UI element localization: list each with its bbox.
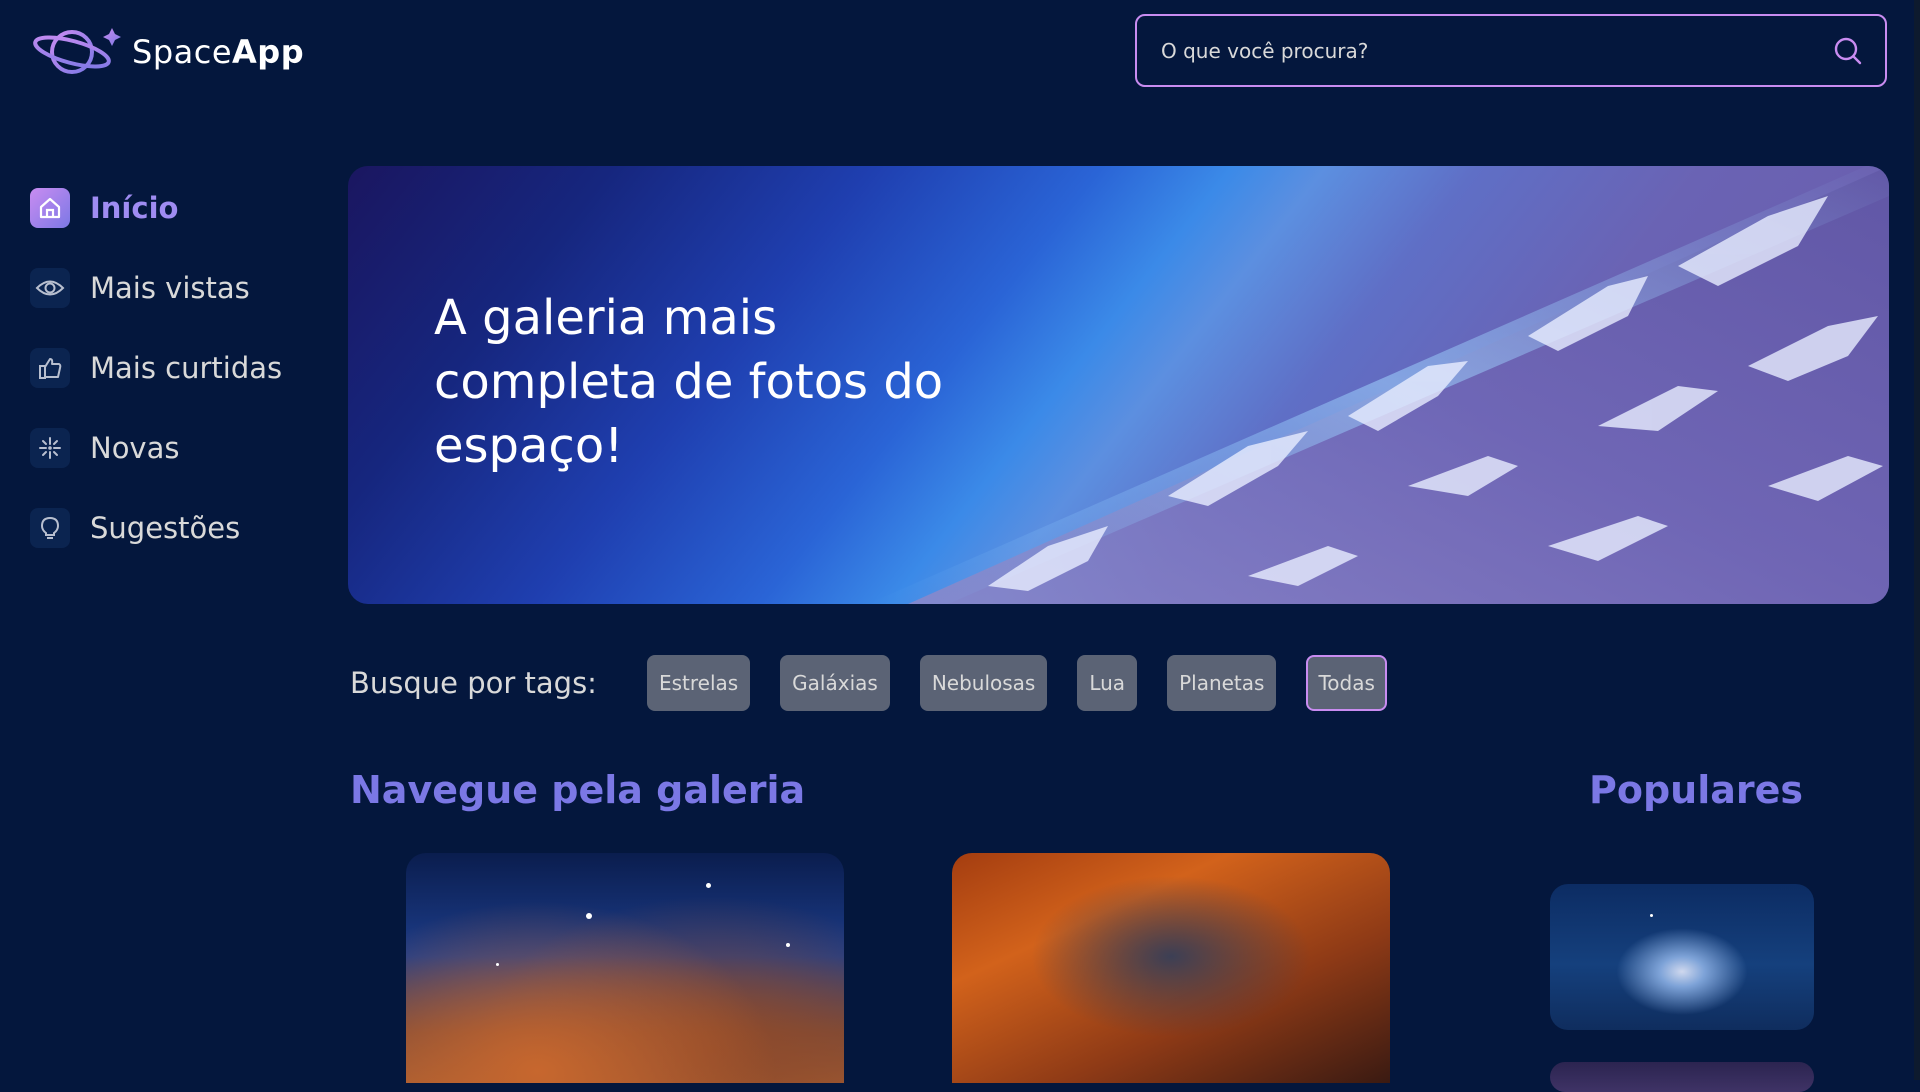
star [586,913,592,919]
gallery-photo-carina-nebula[interactable] [406,853,844,1083]
tag-todas[interactable]: Todas [1306,655,1387,711]
sidebar-item-mais-curtidas[interactable]: Mais curtidas [30,340,310,396]
window-edge [1914,0,1920,1080]
popular-photo-1[interactable] [1550,884,1814,1030]
eye-icon [30,268,70,308]
app-name: SpaceApp [132,33,305,71]
sidebar-item-novas[interactable]: Novas [30,420,310,476]
lightbulb-icon [30,508,70,548]
sidebar-item-mais-vistas[interactable]: Mais vistas [30,260,310,316]
sidebar-item-label: Início [90,191,179,225]
star [706,883,711,888]
star [1650,914,1653,917]
gallery-title: Navegue pela galeria [350,768,806,812]
hero-banner: A galeria mais completa de fotos do espa… [348,166,1889,604]
banner-title: A galeria mais completa de fotos do espa… [434,290,944,474]
sparkle-icon [30,428,70,468]
planet-logo-icon [33,28,121,74]
sidebar-nav: Início Mais vistas Mais curtidas Novas S… [30,180,310,580]
sidebar-item-label: Mais vistas [90,271,250,305]
tag-estrelas[interactable]: Estrelas [646,655,751,711]
tags-label: Busque por tags: [350,666,597,700]
search-icon[interactable] [1833,36,1863,66]
tag-filter-bar: Busque por tags: Estrelas Galáxias Nebul… [350,655,1417,711]
tag-lua[interactable]: Lua [1077,655,1138,711]
search-input[interactable] [1159,37,1833,64]
gallery-photo-pillars-of-creation[interactable] [952,853,1390,1083]
home-icon [30,188,70,228]
search-bar[interactable] [1135,14,1887,87]
sidebar-item-label: Sugestões [90,511,241,545]
sidebar-item-label: Mais curtidas [90,351,283,385]
popular-title: Populares [1589,768,1804,812]
thumbs-up-icon [30,348,70,388]
tag-nebulosas[interactable]: Nebulosas [919,655,1048,711]
star [496,963,499,966]
star [786,943,790,947]
tag-galaxias[interactable]: Galáxias [780,655,890,711]
tag-planetas[interactable]: Planetas [1167,655,1277,711]
sidebar-item-label: Novas [90,431,180,465]
sidebar-item-sugestoes[interactable]: Sugestões [30,500,310,556]
sidebar-item-inicio[interactable]: Início [30,180,310,236]
popular-photo-2[interactable] [1550,1062,1814,1092]
app-logo[interactable]: SpaceApp [32,24,304,80]
